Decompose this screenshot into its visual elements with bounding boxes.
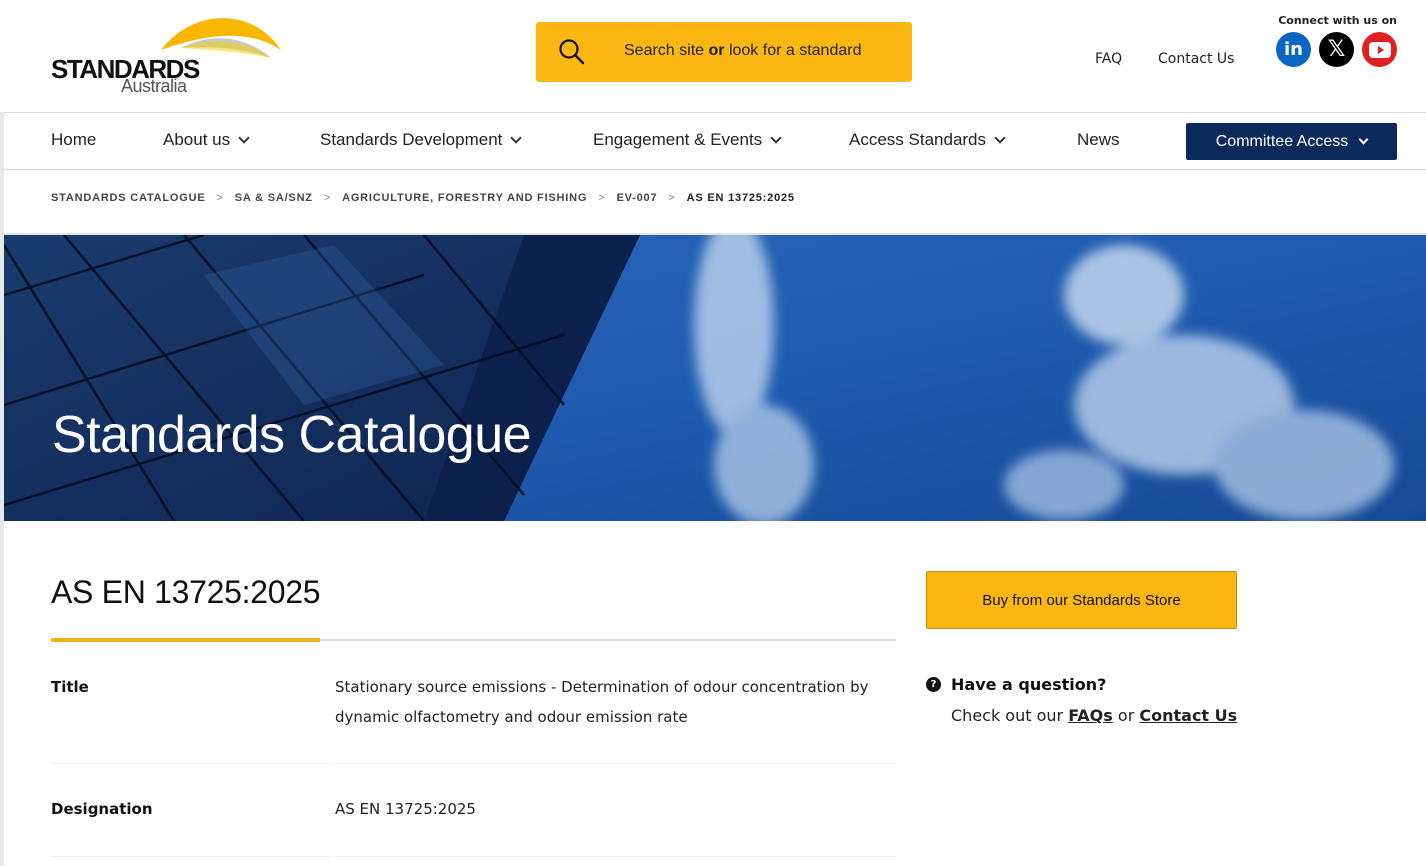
youtube-icon[interactable]	[1362, 32, 1397, 67]
breadcrumb-ev-007[interactable]: EV-007	[617, 192, 658, 204]
hero-banner: Standards Catalogue	[4, 235, 1426, 521]
standards-australia-logo[interactable]: STANDARDS Australia	[51, 10, 283, 96]
sidebar-contact-us-link[interactable]: Contact Us	[1139, 706, 1237, 725]
faq-link[interactable]: FAQ	[1095, 51, 1122, 67]
breadcrumb-agriculture[interactable]: AGRICULTURE, FORESTRY AND FISHING	[342, 192, 587, 204]
search-icon	[559, 39, 585, 65]
chevron-down-icon	[770, 132, 782, 144]
row-divider	[51, 856, 331, 857]
chevron-down-icon	[994, 132, 1006, 144]
nav-standards-development[interactable]: Standards Development	[320, 130, 523, 150]
chevron-down-icon	[238, 132, 250, 144]
nav-engagement-events[interactable]: Engagement & Events	[593, 130, 782, 150]
site-search-button[interactable]: Search site or look for a standard	[536, 22, 912, 82]
contact-us-link[interactable]: Contact Us	[1158, 51, 1234, 67]
row-divider	[51, 763, 331, 764]
connect-label: Connect with us on	[1278, 14, 1397, 27]
breadcrumb-separator: >	[668, 192, 676, 204]
designation-value: AS EN 13725:2025	[335, 800, 476, 818]
breadcrumb-sa-snz[interactable]: SA & SA/SNZ	[235, 192, 313, 204]
breadcrumb-separator: >	[323, 192, 332, 204]
have-a-question-heading: Have a question?	[951, 675, 1107, 694]
nav-about-us[interactable]: About us	[163, 130, 250, 150]
hero-title: Standards Catalogue	[52, 406, 532, 464]
question-icon: ?	[926, 677, 941, 692]
chevron-down-icon	[1358, 134, 1369, 145]
title-value: Stationary source emissions - Determinat…	[335, 678, 869, 726]
row-divider	[335, 763, 896, 764]
standard-heading: AS EN 13725:2025	[51, 574, 321, 610]
breadcrumb-separator: >	[598, 192, 606, 204]
buy-standards-store-button[interactable]: Buy from our Standards Store	[926, 571, 1237, 629]
breadcrumb-standards-catalogue[interactable]: STANDARDS CATALOGUE	[51, 192, 206, 204]
hero-sky-building-image	[4, 235, 1426, 521]
chevron-down-icon	[510, 132, 523, 144]
site-header: STANDARDS Australia Search site or look …	[0, 0, 1426, 112]
designation-label: Designation	[51, 800, 153, 818]
breadcrumb-current: AS EN 13725:2025	[686, 192, 795, 204]
nav-home[interactable]: Home	[51, 130, 96, 150]
question-help-text: Check out our FAQs or Contact Us	[951, 706, 1238, 725]
linkedin-icon[interactable]: in	[1276, 32, 1311, 67]
faqs-link[interactable]: FAQs	[1068, 706, 1113, 725]
title-label: Title	[51, 678, 89, 696]
breadcrumb: STANDARDS CATALOGUE > SA & SA/SNZ > AGRI…	[51, 192, 795, 204]
main-navigation: Home About us Standards Development Enga…	[4, 112, 1426, 170]
search-label: Search site or look for a standard	[624, 42, 862, 59]
nav-news[interactable]: News	[1077, 130, 1120, 150]
row-divider	[335, 856, 896, 857]
nav-access-standards[interactable]: Access Standards	[849, 130, 1006, 150]
breadcrumb-separator: >	[216, 192, 224, 204]
heading-accent-bar	[51, 638, 320, 642]
committee-access-button[interactable]: Committee Access	[1186, 123, 1397, 160]
x-twitter-icon[interactable]: 𝕏	[1319, 32, 1354, 67]
logo-subtitle: Australia	[121, 76, 187, 96]
